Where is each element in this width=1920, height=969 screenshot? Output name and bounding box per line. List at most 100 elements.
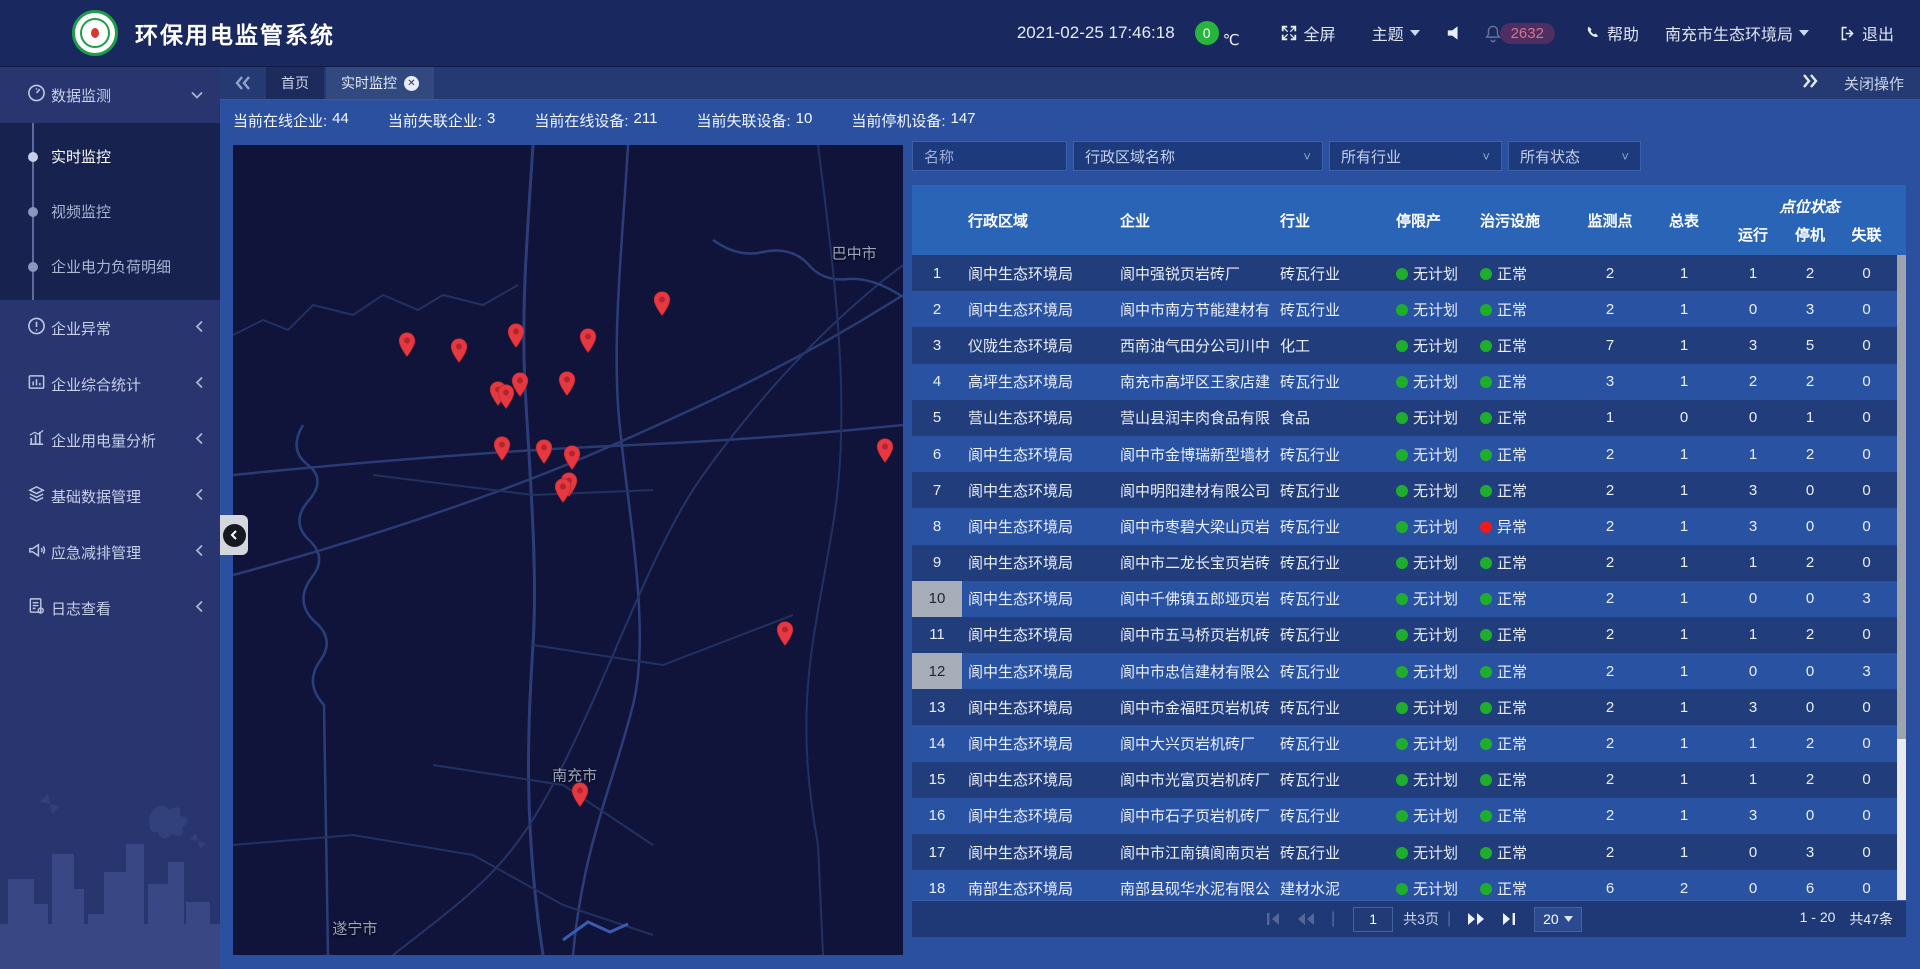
table-row[interactable]: 10阆中生态环境局阆中千佛镇五郎垭页岩砖瓦行业无计划正常21003 — [912, 581, 1906, 617]
total-count-label: 共47条 — [1849, 909, 1893, 929]
chevron-left-icon — [195, 488, 203, 505]
map-marker-pin-icon[interactable] — [571, 782, 589, 813]
theme-dropdown[interactable]: 主题 — [1372, 21, 1420, 45]
sidebar-item-emergency-reduction[interactable]: 应急减排管理 — [0, 524, 220, 580]
cell-meters: 1 — [1646, 482, 1722, 499]
table-row[interactable]: 18南部生态环境局南部县砚华水泥有限公建材水泥无计划正常62060 — [912, 870, 1906, 900]
header-datetime: 2021-02-25 17:46:18 — [1017, 23, 1175, 43]
sidebar-item-power-load-detail[interactable]: 企业电力负荷明细 — [0, 239, 220, 294]
table-row[interactable]: 4高坪生态环境局南充市高坪区王家店建砖瓦行业无计划正常31220 — [912, 364, 1906, 400]
table-row[interactable]: 7阆中生态环境局阆中明阳建材有限公司砖瓦行业无计划正常21300 — [912, 472, 1906, 508]
table-row[interactable]: 15阆中生态环境局阆中市光富页岩机砖厂砖瓦行业无计划正常21120 — [912, 762, 1906, 798]
status-dot-icon — [1396, 340, 1408, 352]
help-button[interactable]: 帮助 — [1585, 21, 1639, 45]
cell-stop: 2 — [1784, 771, 1836, 788]
table-row[interactable]: 5营山生态环境局营山县润丰肉食品有限食品无计划正常10010 — [912, 400, 1906, 436]
map-marker-pin-icon[interactable] — [563, 444, 581, 475]
sidebar-item-enterprise-stats[interactable]: 企业综合统计 — [0, 356, 220, 412]
map-marker-pin-icon[interactable] — [511, 371, 529, 402]
map-marker-pin-icon[interactable] — [579, 328, 597, 359]
status-dot-icon — [1480, 666, 1492, 678]
prev-page-button[interactable] — [1297, 912, 1315, 926]
map-marker-pin-icon[interactable] — [507, 323, 525, 354]
org-dropdown[interactable]: 南充市生态环境局 — [1665, 21, 1809, 45]
chevron-left-icon — [195, 320, 203, 337]
table-row[interactable]: 8阆中生态环境局阆中市枣碧大梁山页岩砖瓦行业无计划异常21300 — [912, 508, 1906, 544]
region-select[interactable]: 行政区域名称 ˅ — [1073, 141, 1323, 171]
notifications-button[interactable]: 2632 — [1484, 23, 1555, 44]
table-row[interactable]: 13阆中生态环境局阆中市金福旺页岩机砖砖瓦行业无计划正常21300 — [912, 689, 1906, 725]
map-marker-pin-icon[interactable] — [558, 371, 576, 402]
page-size-select[interactable]: 20 — [1534, 907, 1582, 932]
mute-button[interactable] — [1446, 25, 1462, 41]
cell-limit-status: 无计划 — [1396, 878, 1480, 899]
tab-realtime[interactable]: 实时监控✕ — [326, 67, 434, 99]
name-search-input[interactable]: 名称 — [912, 141, 1067, 171]
map-marker-pin-icon[interactable] — [450, 337, 468, 368]
table-row[interactable]: 17阆中生态环境局阆中市江南镇阆南页岩砖瓦行业无计划正常21030 — [912, 834, 1906, 870]
map-marker-pin-icon[interactable] — [776, 621, 794, 652]
map-marker-pin-icon[interactable] — [876, 438, 894, 469]
tabs-scroll-right-button[interactable] — [1802, 74, 1818, 92]
table-row[interactable]: 16阆中生态环境局阆中市石子页岩机砖厂砖瓦行业无计划正常21300 — [912, 798, 1906, 834]
next-page-button[interactable] — [1467, 912, 1485, 926]
cell-region: 阆中生态环境局 — [962, 661, 1114, 682]
map-marker-pin-icon[interactable] — [653, 290, 671, 321]
first-page-button[interactable] — [1266, 912, 1281, 926]
prev-page-icon — [1297, 912, 1315, 926]
industry-select[interactable]: 所有行业 ˅ — [1329, 141, 1502, 171]
cell-facility-status: 正常 — [1480, 371, 1574, 392]
map-marker-pin-icon[interactable] — [493, 435, 511, 466]
close-operations-button[interactable]: 关闭操作 — [1844, 73, 1904, 94]
page-number-input[interactable]: 1 — [1353, 907, 1393, 932]
tabs-scroll-left-button[interactable] — [220, 67, 266, 99]
scrollbar-thumb[interactable] — [1897, 255, 1906, 739]
sidebar-item-base-data[interactable]: 基础数据管理 — [0, 468, 220, 524]
table-row[interactable]: 12阆中生态环境局阆中市忠信建材有限公砖瓦行业无计划正常21003 — [912, 653, 1906, 689]
cell-points: 2 — [1574, 844, 1646, 861]
cell-company: 南部县砚华水泥有限公 — [1114, 878, 1274, 899]
region-select-value: 行政区域名称 — [1085, 146, 1175, 167]
cell-limit-status: 无计划 — [1396, 588, 1480, 609]
stats-icon — [27, 373, 46, 396]
sidebar-item-video-monitor[interactable]: 视频监控 — [0, 184, 220, 239]
sidebar-item-enterprise-abnormal[interactable]: 企业异常 — [0, 300, 220, 356]
cell-company: 南充市高坪区王家店建 — [1114, 371, 1274, 392]
cell-limit-status: 无计划 — [1396, 805, 1480, 826]
logout-button[interactable]: 退出 — [1839, 21, 1894, 45]
cell-industry: 砖瓦行业 — [1274, 769, 1396, 790]
sidebar-item-label: 企业综合统计 — [51, 374, 141, 395]
pager-divider: | — [1447, 910, 1451, 928]
sidebar-collapse-button[interactable] — [220, 515, 248, 555]
sidebar-item-power-analysis[interactable]: 企业用电量分析 — [0, 412, 220, 468]
map-panel[interactable]: 巴中市南充市遂宁市 — [233, 145, 903, 955]
close-icon[interactable]: ✕ — [404, 76, 419, 91]
cell-meters: 1 — [1646, 626, 1722, 643]
table-row[interactable]: 6阆中生态环境局阆中市金博瑞新型墙材砖瓦行业无计划正常21120 — [912, 436, 1906, 472]
status-dot-icon — [1396, 268, 1408, 280]
table-row[interactable]: 3仪陇生态环境局西南油气田分公司川中化工无计划正常71350 — [912, 327, 1906, 363]
cell-run: 0 — [1722, 409, 1784, 426]
sidebar-item-data-monitor[interactable]: 数据监测 — [0, 67, 220, 123]
table-row[interactable]: 2阆中生态环境局阆中市南方节能建材有砖瓦行业无计划正常21030 — [912, 291, 1906, 327]
cell-points: 2 — [1574, 807, 1646, 824]
status-select[interactable]: 所有状态 ˅ — [1508, 141, 1641, 171]
table-row[interactable]: 1阆中生态环境局阆中强锐页岩砖厂砖瓦行业无计划正常21120 — [912, 255, 1906, 291]
sidebar-item-realtime-monitor[interactable]: 实时监控 — [0, 129, 220, 184]
table-row[interactable]: 9阆中生态环境局阆中市二龙长宝页岩砖砖瓦行业无计划正常21120 — [912, 545, 1906, 581]
double-chevron-left-icon — [235, 76, 251, 90]
submenu-dot-icon — [28, 207, 38, 217]
last-page-button[interactable] — [1501, 912, 1516, 926]
table-scrollbar[interactable] — [1897, 255, 1906, 900]
cell-lost: 0 — [1836, 626, 1897, 643]
table-row[interactable]: 11阆中生态环境局阆中市五马桥页岩机砖砖瓦行业无计划正常21120 — [912, 617, 1906, 653]
map-marker-pin-icon[interactable] — [535, 439, 553, 470]
content-area: 当前在线企业:44当前失联企业:3当前在线设备:211当前失联设备:10当前停机… — [220, 100, 1920, 969]
sidebar-item-log-view[interactable]: 日志查看 — [0, 580, 220, 636]
map-marker-pin-icon[interactable] — [554, 477, 572, 508]
table-row[interactable]: 14阆中生态环境局阆中大兴页岩机砖厂砖瓦行业无计划正常21120 — [912, 725, 1906, 761]
tab-home[interactable]: 首页 — [266, 67, 324, 99]
map-marker-pin-icon[interactable] — [398, 332, 416, 363]
fullscreen-button[interactable]: 全屏 — [1280, 21, 1336, 45]
cell-limit-status: 无计划 — [1396, 769, 1480, 790]
